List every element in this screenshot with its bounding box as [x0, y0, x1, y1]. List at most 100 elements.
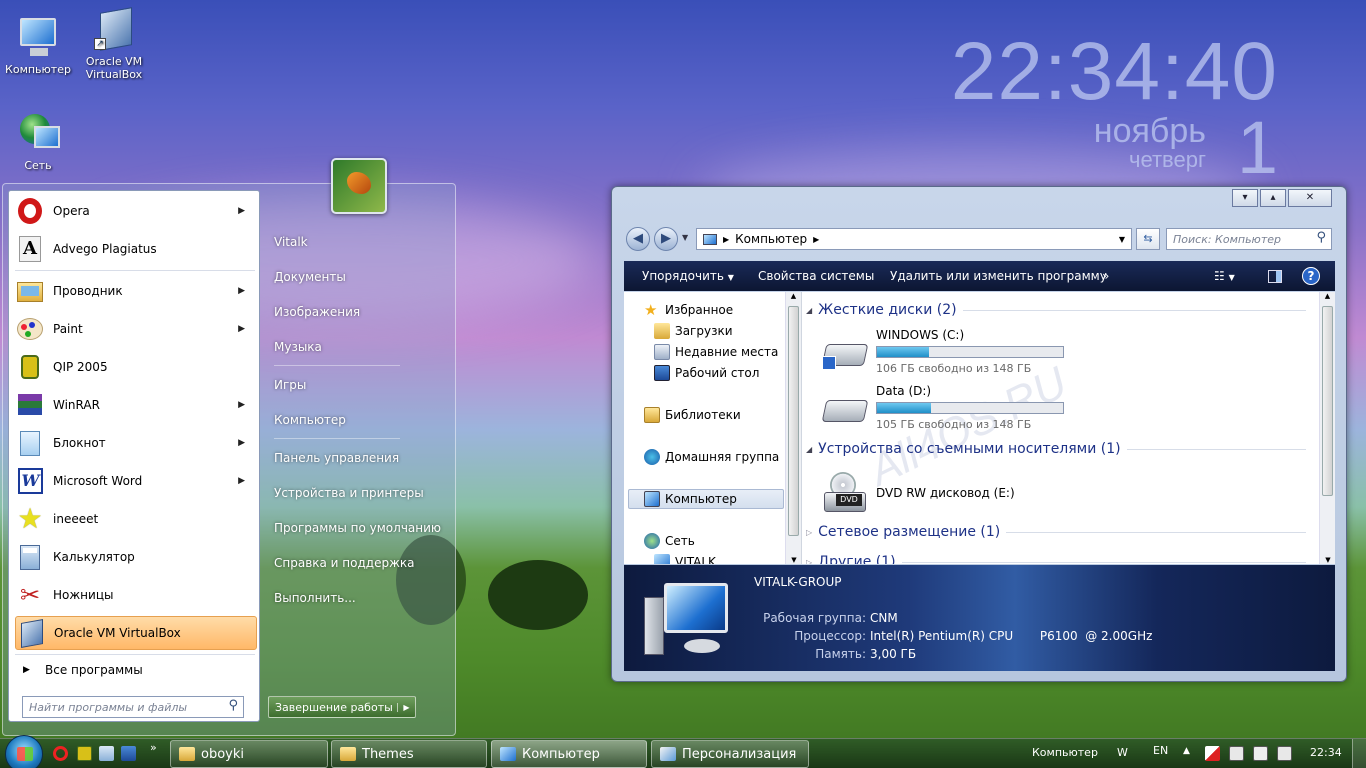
- start-link-games[interactable]: Игры: [274, 378, 306, 392]
- show-hidden-icons-icon[interactable]: ▲: [1183, 746, 1190, 756]
- nav-homegroup[interactable]: Домашняя группа: [644, 449, 779, 465]
- opera-quicklaunch-icon[interactable]: [53, 746, 68, 761]
- nav-recent-places[interactable]: Недавние места: [654, 344, 778, 360]
- start-link-help[interactable]: Справка и поддержка: [274, 556, 415, 570]
- all-programs-button[interactable]: ▶ Все программы: [15, 653, 257, 687]
- start-item-scissors[interactable]: ✂ Ножницы: [15, 578, 257, 612]
- start-button[interactable]: [5, 735, 43, 768]
- nav-network[interactable]: Сеть: [644, 533, 695, 549]
- start-item-notepad[interactable]: Блокнот ▶: [15, 426, 257, 460]
- start-item-paint[interactable]: Paint ▶: [15, 312, 257, 346]
- shutdown-button[interactable]: Завершение работы ▶: [268, 696, 416, 718]
- uninstall-program-button[interactable]: Удалить или изменить программу: [890, 269, 1107, 283]
- device-tray-icon[interactable]: [1229, 746, 1244, 761]
- help-icon[interactable]: ?: [1302, 267, 1320, 285]
- flag-tray-icon[interactable]: [1253, 746, 1268, 761]
- drive-name: Data (D:): [876, 384, 932, 398]
- taskbar-button-personalization[interactable]: Персонализация: [651, 740, 809, 768]
- language-indicator[interactable]: EN: [1153, 744, 1168, 757]
- system-properties-button[interactable]: Свойства системы: [758, 269, 874, 283]
- desktop-icon-computer[interactable]: Компьютер: [0, 16, 76, 76]
- maximize-button[interactable]: ▴: [1260, 189, 1286, 207]
- forward-button[interactable]: ▶: [654, 227, 678, 251]
- content-scrollbar[interactable]: ▲ ▼: [1319, 292, 1335, 564]
- address-dropdown-icon[interactable]: ▼: [1119, 235, 1125, 244]
- address-bar[interactable]: ▶ Компьютер ▶ ▼: [696, 228, 1132, 250]
- scroll-thumb[interactable]: [1322, 306, 1333, 496]
- address-toolbar-label[interactable]: Компьютер: [1032, 746, 1098, 759]
- scroll-thumb[interactable]: [788, 306, 799, 536]
- refresh-button[interactable]: ⇆: [1136, 228, 1160, 250]
- workgroup-value: CNM: [870, 611, 898, 625]
- nav-downloads[interactable]: Загрузки: [654, 323, 733, 339]
- desktop-quicklaunch-icon[interactable]: [121, 746, 136, 761]
- calculator-quicklaunch-icon[interactable]: [99, 746, 114, 761]
- taskbar-clock[interactable]: 22:34: [1310, 746, 1342, 759]
- nav-scrollbar[interactable]: ▲ ▼: [785, 292, 801, 564]
- start-item-opera[interactable]: Opera ▶: [15, 194, 257, 228]
- qip-quicklaunch-icon[interactable]: [77, 746, 92, 761]
- start-item-ineeeet[interactable]: ★ ineeeet: [15, 502, 257, 536]
- desktop-icon-network[interactable]: Сеть: [0, 112, 76, 172]
- shutdown-options-arrow-icon[interactable]: ▶: [397, 702, 415, 712]
- minimize-button[interactable]: ▾: [1232, 189, 1258, 207]
- quicklaunch-chevron[interactable]: »: [150, 741, 157, 754]
- scissors-icon: ✂: [19, 581, 41, 609]
- start-link-default-programs[interactable]: Программы по умолчанию: [274, 521, 441, 535]
- group-header-network[interactable]: ▷ Сетевое размещение (1): [806, 524, 1306, 540]
- view-options-icon[interactable]: ☷ ▼: [1214, 269, 1235, 283]
- volume-tray-icon[interactable]: [1277, 746, 1292, 761]
- close-button[interactable]: ✕: [1288, 189, 1332, 207]
- scroll-up-icon[interactable]: ▲: [1320, 292, 1335, 300]
- clock-month: ноябрь: [1093, 112, 1206, 150]
- nav-desktop[interactable]: Рабочий стол: [654, 365, 759, 381]
- nav-computer[interactable]: Компьютер: [628, 489, 784, 509]
- taskbar-button-oboyki[interactable]: oboyki: [170, 740, 328, 768]
- command-bar: Упорядочить ▼ Свойства системы Удалить и…: [624, 261, 1335, 291]
- start-link-user[interactable]: Vitalk: [274, 235, 308, 249]
- start-item-word[interactable]: W Microsoft Word ▶: [15, 464, 257, 498]
- nav-network-pc[interactable]: VITALK: [654, 554, 716, 564]
- toolbar-extra[interactable]: W: [1117, 746, 1128, 759]
- back-button[interactable]: ◀: [626, 227, 650, 251]
- scroll-down-icon[interactable]: ▼: [1320, 556, 1335, 564]
- breadcrumb[interactable]: Компьютер: [735, 232, 807, 246]
- drive-dvd[interactable]: DVD DVD RW дисковод (E:): [822, 468, 1082, 518]
- drive-d[interactable]: Data (D:) 105 ГБ свободно из 148 ГБ: [821, 384, 1082, 434]
- nav-libraries[interactable]: Библиотеки: [644, 407, 741, 423]
- expand-icon: ▷: [806, 557, 813, 565]
- taskbar-button-computer[interactable]: Компьютер: [491, 740, 647, 768]
- preview-pane-icon[interactable]: [1268, 270, 1282, 283]
- no-network-tray-icon[interactable]: [1205, 746, 1220, 761]
- start-item-winrar[interactable]: WinRAR ▶: [15, 388, 257, 422]
- more-commands-button[interactable]: »: [1102, 269, 1109, 283]
- start-link-control-panel[interactable]: Панель управления: [274, 451, 399, 465]
- group-header-other[interactable]: ▷ Другие (1): [806, 554, 1306, 564]
- organize-button[interactable]: Упорядочить ▼: [642, 269, 734, 283]
- scroll-up-icon[interactable]: ▲: [786, 292, 801, 300]
- nav-favorites[interactable]: ★ Избранное: [644, 302, 733, 318]
- start-link-documents[interactable]: Документы: [274, 270, 346, 284]
- start-link-music[interactable]: Музыка: [274, 340, 322, 354]
- show-desktop-button[interactable]: [1352, 739, 1366, 768]
- desktop-icon-virtualbox[interactable]: ↗ Oracle VM VirtualBox: [76, 7, 152, 81]
- drive-c[interactable]: WINDOWS (C:) 106 ГБ свободно из 148 ГБ: [821, 328, 1082, 378]
- start-item-virtualbox[interactable]: Oracle VM VirtualBox: [15, 616, 257, 650]
- scroll-down-icon[interactable]: ▼: [786, 556, 801, 564]
- explorer-search-input[interactable]: Поиск: Компьютер ⚲: [1166, 228, 1332, 250]
- start-item-explorer[interactable]: Проводник ▶: [15, 274, 257, 308]
- start-search-input[interactable]: Найти программы и файлы ⚲: [22, 696, 244, 718]
- desktop-icon-label: Компьютер: [5, 63, 71, 76]
- start-link-run[interactable]: Выполнить...: [274, 591, 356, 605]
- clock-gadget[interactable]: 22:34:40 ноябрь четверг 1: [951, 30, 1278, 188]
- start-link-devices-printers[interactable]: Устройства и принтеры: [274, 486, 424, 500]
- start-item-qip[interactable]: QIP 2005: [15, 350, 257, 384]
- start-item-calculator[interactable]: Калькулятор: [15, 540, 257, 574]
- start-link-pictures[interactable]: Изображения: [274, 305, 360, 319]
- group-header-hard-disks[interactable]: ◢ Жесткие диски (2): [806, 302, 1306, 318]
- start-item-advego[interactable]: A Advego Plagiatus: [15, 232, 257, 266]
- group-header-removable[interactable]: ◢ Устройства со съемными носителями (1): [806, 441, 1306, 457]
- taskbar-button-themes[interactable]: Themes: [331, 740, 487, 768]
- history-dropdown-icon[interactable]: ▼: [682, 233, 688, 242]
- start-link-computer[interactable]: Компьютер: [274, 413, 346, 427]
